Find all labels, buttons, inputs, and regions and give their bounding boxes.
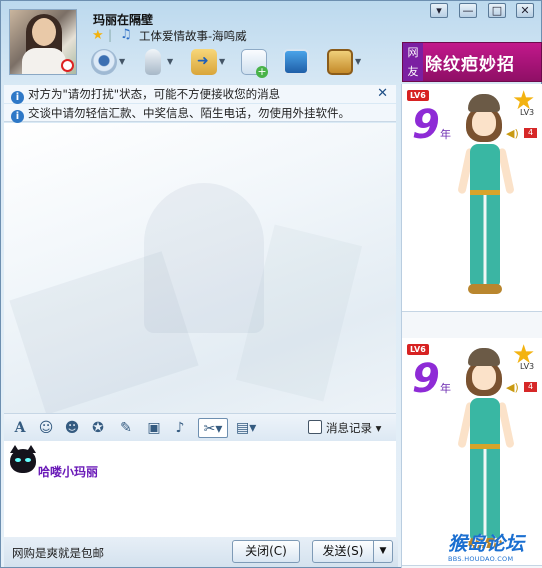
contact-signature[interactable]: 工体爱情故事-海鸣威 (139, 28, 247, 44)
watermark-text: 猴岛论坛 (448, 533, 525, 555)
divider: | (108, 28, 113, 42)
webcam-button[interactable]: ▼ (89, 47, 129, 77)
chevron-down-icon[interactable]: ▼ (167, 57, 173, 66)
nudge-icon[interactable]: ✪ (88, 418, 108, 438)
webcam-icon (91, 49, 117, 75)
doodle-icon[interactable]: ✎ (116, 418, 136, 438)
level-badge: LV6 (407, 344, 429, 355)
dnd-notice: i 对方为"请勿打扰"状态，可能不方便接收您的消息 ✕ (4, 85, 396, 104)
contact-avatar[interactable] (9, 9, 77, 75)
count-badge: 4 (524, 382, 537, 392)
close-window-button[interactable]: ✕ (514, 3, 536, 21)
show-avatar-figure (456, 94, 516, 306)
contact-nickname[interactable]: 玛丽在隔壁 (93, 11, 153, 28)
history-icon (308, 420, 322, 434)
send-options-button[interactable]: ▼ (373, 540, 393, 563)
pet-cat-icon[interactable] (10, 445, 36, 473)
font-icon[interactable]: A (10, 418, 30, 438)
new-discussion-button[interactable] (239, 47, 279, 78)
music-icon[interactable]: ♫ (120, 27, 132, 42)
star-level: LV3 (520, 108, 535, 117)
watermark-url: BBS.HOUDAO.COM (448, 555, 514, 563)
app-button[interactable]: ▼ (325, 47, 365, 77)
show-panel: LV6 9 年 ★ LV3 ◀) 4 LV6 9 年 ★ LV3 ◀) 4 (401, 84, 542, 568)
send-file-button[interactable]: ▼ (189, 47, 229, 77)
bottom-ad-link[interactable]: 网购是爽就是包邮 (12, 545, 104, 561)
close-icon[interactable]: ✕ (377, 85, 388, 103)
remote-assist-icon (283, 49, 309, 75)
minimize-button[interactable]: — (457, 3, 479, 21)
ad-tag: 网友 (403, 43, 423, 81)
show-card[interactable]: LV6 9 年 ★ LV3 ◀) 4 (402, 84, 542, 312)
remote-assist-button[interactable] (281, 47, 321, 77)
years-number: 9 (412, 102, 440, 148)
emoji-icon[interactable]: ☺ (36, 418, 56, 438)
security-notice: i 交谈中请勿轻信汇款、中奖信息、陌生电话，勿使用外挂软件。 (4, 104, 396, 123)
count-badge: 4 (524, 128, 537, 138)
level-badge: LV6 (407, 90, 429, 101)
chevron-down-icon[interactable]: ▼ (219, 57, 225, 66)
image-icon[interactable]: ▣ (144, 418, 164, 438)
years-unit: 年 (440, 382, 451, 395)
ad-text: 除纹疤妙招 (425, 55, 515, 75)
send-file-icon (191, 49, 217, 75)
info-icon: i (11, 110, 24, 123)
maximize-button[interactable]: □ (486, 3, 508, 21)
send-button[interactable]: 发送(S) (312, 540, 374, 563)
security-notice-text: 交谈中请勿轻信汇款、中奖信息、陌生电话，勿使用外挂软件。 (28, 106, 350, 120)
window-menu-button[interactable]: ▾ (428, 3, 450, 21)
music-note-icon[interactable]: ♪ (170, 418, 190, 438)
ad-banner[interactable]: 网友 除纹疤妙招 (402, 42, 542, 82)
star-level: LV3 (520, 362, 535, 371)
years-number: 9 (412, 356, 440, 402)
microphone-icon (145, 49, 161, 75)
chevron-down-icon[interactable]: ▼ (355, 57, 361, 66)
bottom-bar: 网购是爽就是包邮 关闭(C) 发送(S) ▼ (4, 537, 398, 567)
toolbox-icon[interactable]: ▤▾ (236, 418, 256, 438)
star-icon[interactable]: ★ (92, 28, 104, 43)
site-watermark: 猴岛论坛 BBS.HOUDAO.COM (444, 529, 542, 567)
do-not-disturb-icon (61, 59, 74, 72)
screenshot-icon[interactable]: ✂▾ (198, 418, 228, 438)
magic-expression-icon[interactable]: ☻ (62, 418, 82, 438)
voice-button[interactable]: ▼ (137, 47, 177, 77)
action-toolbar: ▼ ▼ ▼ ▼ (89, 47, 379, 79)
message-history[interactable] (4, 123, 396, 413)
message-input[interactable]: 哈喽小玛丽 (4, 441, 396, 537)
new-discussion-icon (241, 49, 268, 78)
close-button[interactable]: 关闭(C) (232, 540, 300, 563)
dnd-notice-text: 对方为"请勿打扰"状态，可能不方便接收您的消息 (28, 87, 281, 101)
format-toolbar: A ☺ ☻ ✪ ✎ ▣ ♪ ✂▾ ▤▾ 消息记录 ▾ (4, 413, 396, 441)
app-icon (327, 49, 353, 75)
chevron-down-icon[interactable]: ▼ (119, 57, 125, 66)
message-history-button[interactable]: 消息记录 ▾ (308, 418, 381, 438)
info-icon: i (11, 91, 24, 104)
input-text[interactable]: 哈喽小玛丽 (38, 463, 98, 480)
chat-window: 玛丽在隔壁 ★ | ♫ 工体爱情故事-海鸣威 ▾ — □ ✕ ▼ ▼ ▼ ▼ 网… (0, 0, 542, 568)
years-unit: 年 (440, 128, 451, 141)
